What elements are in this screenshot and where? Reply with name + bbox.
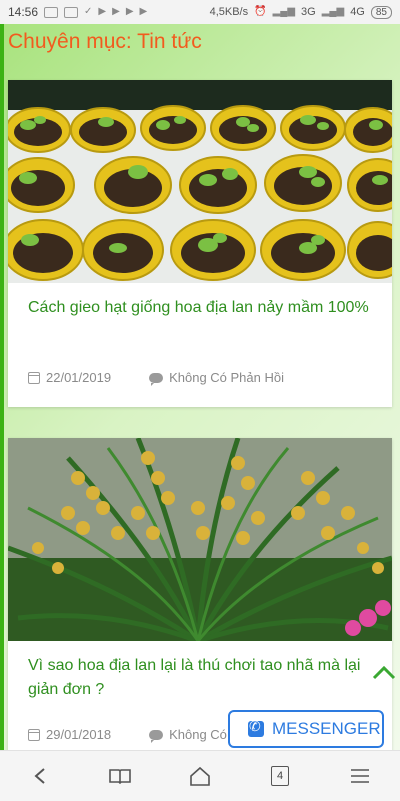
post-title-link[interactable]: Cách gieo hạt giống hoa địa lan nảy mầm … — [28, 296, 373, 320]
tab-count: 4 — [271, 766, 289, 786]
signal-icon: ▂▄▆ — [272, 6, 296, 17]
left-accent-stripe — [0, 24, 4, 750]
status-time: 14:56 — [8, 5, 39, 19]
post-meta: 22/01/2019 Không Có Phản Hồi — [28, 370, 322, 386]
home-button[interactable] — [180, 756, 220, 796]
battery-indicator: 85 — [370, 5, 392, 19]
notification-icon — [44, 6, 59, 18]
messenger-button[interactable]: MESSENGER — [228, 710, 384, 748]
comment-icon — [149, 372, 164, 386]
post-comments-text[interactable]: Không Có Phản Hồi — [169, 370, 284, 385]
post-comments[interactable]: Không Có Phản Hồi — [149, 370, 284, 386]
check-icon: ✓ — [84, 6, 93, 17]
calendar-icon — [28, 371, 40, 384]
back-icon — [34, 768, 45, 784]
post-date-text: 22/01/2019 — [46, 370, 112, 385]
book-icon — [109, 769, 131, 784]
back-button[interactable] — [20, 756, 60, 796]
status-bar: 14:56 ✓ ▶ ▶ ▶ ▶ 4,5KB/s ⏰ ▂▄▆ 3G ▂▄▆ 4G … — [0, 0, 400, 24]
signal-icon: ▂▄▆ — [321, 6, 345, 17]
post-image-orchids[interactable] — [8, 438, 392, 641]
youtube-icon: ▶ — [98, 6, 107, 17]
home-icon — [190, 766, 210, 786]
post-date-text: 29/01/2018 — [46, 727, 112, 742]
alarm-icon: ⏰ — [254, 6, 267, 17]
post-card[interactable]: Cách gieo hạt giống hoa địa lan nảy mầm … — [8, 80, 392, 407]
post-date: 22/01/2019 — [28, 370, 111, 385]
tabs-button[interactable]: 4 — [260, 756, 300, 796]
post-image-seedlings[interactable] — [8, 80, 392, 283]
browser-nav-bar: 4 — [0, 750, 400, 801]
comment-icon — [149, 729, 164, 743]
menu-button[interactable] — [340, 756, 380, 796]
youtube-icon: ▶ — [125, 6, 134, 17]
notification-icon — [64, 6, 79, 18]
youtube-icon: ▶ — [139, 6, 148, 17]
youtube-icon: ▶ — [112, 6, 120, 17]
scroll-to-top-icon[interactable] — [372, 664, 396, 680]
network-speed: 4,5KB/s — [209, 6, 249, 18]
section-title: Chuyên mục: Tin tức — [8, 30, 202, 53]
phone-icon — [248, 718, 264, 737]
menu-icon — [351, 769, 369, 783]
post-date: 29/01/2018 — [28, 727, 111, 742]
bookmarks-button[interactable] — [100, 756, 140, 796]
network-3g: 3G — [301, 6, 316, 18]
messenger-label: MESSENGER — [272, 719, 381, 738]
network-4g: 4G — [350, 6, 365, 18]
calendar-icon — [28, 728, 40, 741]
post-title-link[interactable]: Vì sao hoa địa lan lại là thú chơi tao n… — [28, 654, 373, 702]
